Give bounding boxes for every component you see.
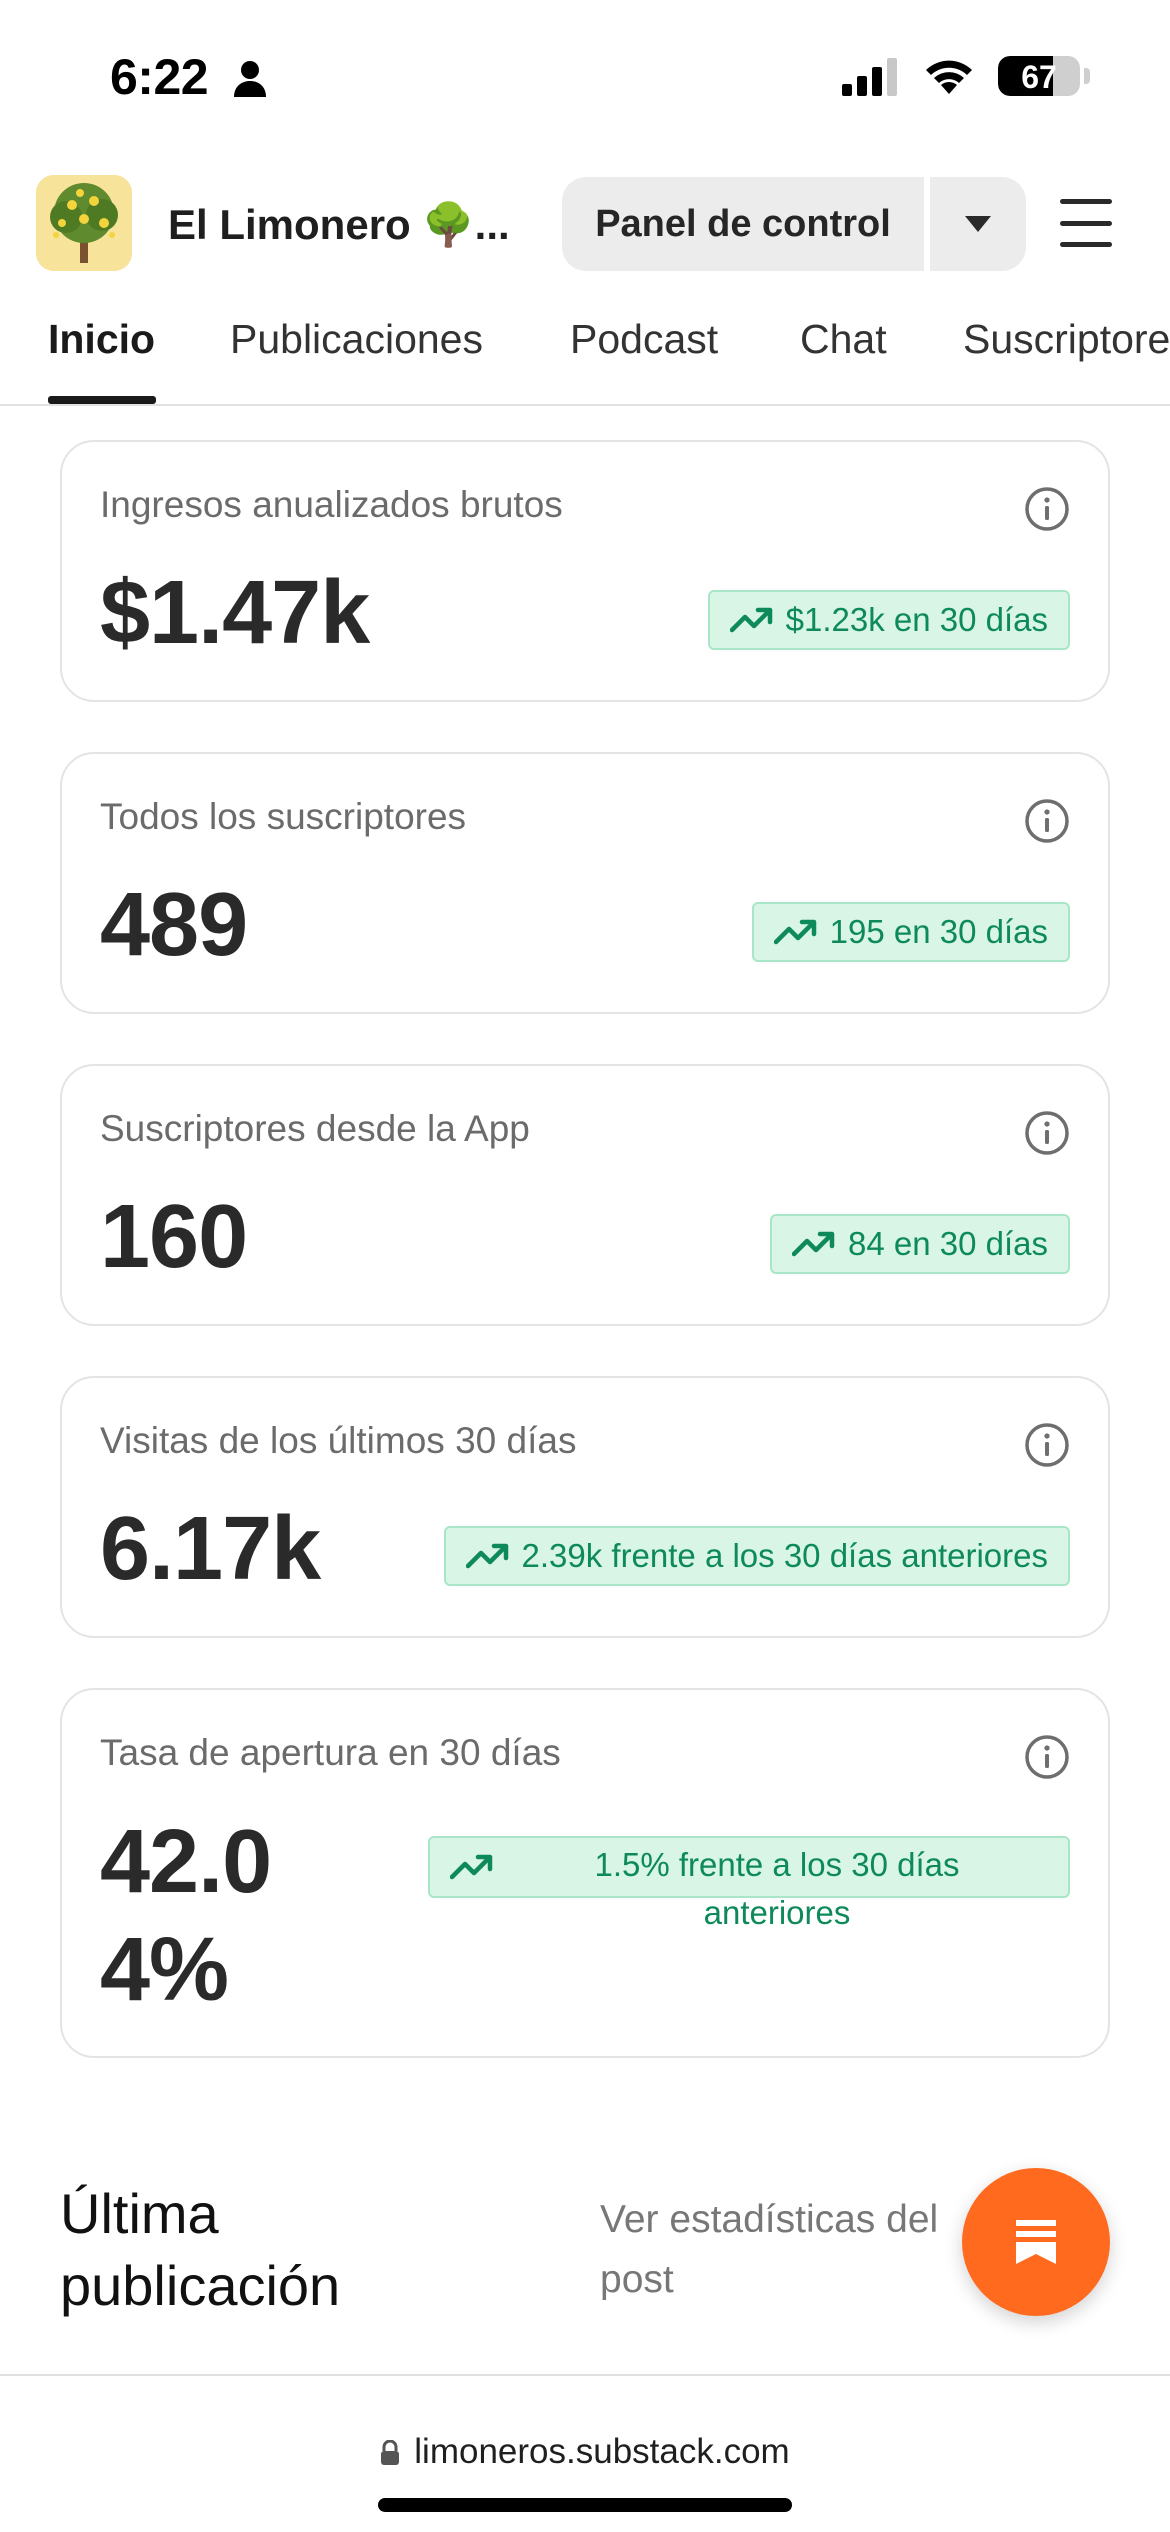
- active-tab-indicator: [48, 396, 156, 404]
- section-title-line-1: Última: [60, 2182, 219, 2245]
- browser-url-bar[interactable]: limoneros.substack.com: [0, 2374, 1170, 2532]
- lemon-tree-logo-icon: [36, 175, 132, 271]
- battery-icon: 67: [998, 56, 1080, 96]
- trend-text: 1.5% frente a los 30 días anteriores: [506, 1841, 1048, 1937]
- section-title-line-2: publicación: [60, 2254, 341, 2317]
- stat-label: Tasa de apertura en 30 días: [100, 1732, 561, 1773]
- trend-text-line-2: anteriores: [703, 1894, 851, 1931]
- person-icon: [234, 61, 266, 97]
- app-header: El Limonero 🌳... Panel de control: [0, 175, 1170, 275]
- trend-badge: 2.39k frente a los 30 días anteriores: [443, 1526, 1070, 1586]
- stat-value-line-2: 4%: [100, 1920, 229, 2020]
- info-icon[interactable]: [1024, 1422, 1070, 1468]
- trend-text: 195 en 30 días: [829, 913, 1048, 950]
- stat-value: 489: [100, 875, 248, 975]
- wifi-icon: [926, 60, 972, 94]
- stat-label: Suscriptores desde la App: [100, 1108, 530, 1149]
- panel-dropdown-button[interactable]: [930, 177, 1026, 271]
- trending-up-icon: [729, 607, 772, 633]
- trend-text-line-1: 1.5% frente a los 30 días: [594, 1846, 960, 1883]
- new-post-fab-button[interactable]: [962, 2168, 1110, 2316]
- trending-up-icon: [450, 1854, 493, 1880]
- info-icon[interactable]: [1024, 798, 1070, 844]
- stat-label: Visitas de los últimos 30 días: [100, 1420, 577, 1461]
- hamburger-menu-icon[interactable]: [1060, 199, 1112, 247]
- cellular-signal-icon: [842, 58, 897, 96]
- stat-label: Ingresos anualizados brutos: [100, 484, 563, 525]
- ver-estadisticas-link[interactable]: Ver estadísticas del post: [600, 2190, 980, 2310]
- status-time: 6:22: [110, 49, 209, 105]
- trending-up-icon: [792, 1231, 835, 1257]
- trend-badge: 1.5% frente a los 30 días anteriores: [428, 1836, 1070, 1931]
- tab-inicio[interactable]: Inicio: [48, 316, 155, 363]
- stat-value-line-1: 42.0: [100, 1812, 272, 1912]
- stat-label: Todos los suscriptores: [100, 796, 467, 837]
- status-bar: 6:22 67: [0, 0, 1170, 160]
- battery-cap: [1084, 68, 1090, 84]
- lock-icon: [381, 2440, 400, 2465]
- info-icon[interactable]: [1024, 1734, 1070, 1780]
- trend-badge: $1.23k en 30 días: [707, 590, 1070, 650]
- info-icon[interactable]: [1024, 486, 1070, 532]
- stat-card-visitas: Visitas de los últimos 30 días 6.17k 2.3…: [60, 1376, 1110, 1638]
- app-screen: 6:22 67 El Limonero 🌳... Panel de contro…: [0, 0, 1170, 2532]
- link-line-2: post: [600, 2258, 674, 2301]
- stat-card-ingresos: Ingresos anualizados brutos $1.47k $1.23…: [60, 440, 1110, 702]
- stat-value: 6.17k: [100, 1499, 321, 1599]
- bookmark-icon: [1016, 2220, 1056, 2264]
- tab-chat[interactable]: Chat: [800, 316, 887, 363]
- tab-publicaciones[interactable]: Publicaciones: [230, 316, 483, 363]
- tab-bar: Inicio Publicaciones Podcast Chat Suscri…: [0, 300, 1170, 406]
- stat-card-suscriptores: Todos los suscriptores 489 195 en 30 día…: [60, 752, 1110, 1014]
- publication-name[interactable]: El Limonero 🌳...: [168, 201, 510, 250]
- battery-percentage: 67: [1021, 59, 1057, 95]
- home-indicator[interactable]: [378, 2498, 792, 2512]
- url-display[interactable]: limoneros.substack.com: [0, 2432, 1170, 2472]
- publication-logo[interactable]: [36, 175, 132, 271]
- stat-value: 42.0 4%: [100, 1808, 272, 2024]
- stat-value: 160: [100, 1187, 248, 1287]
- trend-badge: 84 en 30 días: [770, 1214, 1070, 1274]
- link-line-1: Ver estadísticas del: [600, 2198, 939, 2241]
- trend-text: 2.39k frente a los 30 días anteriores: [521, 1537, 1049, 1574]
- trending-up-icon: [465, 1543, 508, 1569]
- trending-up-icon: [773, 919, 816, 945]
- info-icon[interactable]: [1024, 1110, 1070, 1156]
- trend-badge: 195 en 30 días: [751, 902, 1070, 962]
- trend-text: $1.23k en 30 días: [785, 601, 1048, 638]
- panel-de-control-button[interactable]: Panel de control: [562, 177, 924, 271]
- section-title-ultima-publicacion: Última publicación: [60, 2178, 500, 2322]
- caret-down-icon: [965, 216, 991, 232]
- trend-text: 84 en 30 días: [848, 1225, 1048, 1262]
- stat-value: $1.47k: [100, 563, 370, 663]
- tab-suscriptores[interactable]: Suscriptores: [963, 316, 1170, 363]
- stat-card-tasa-apertura: Tasa de apertura en 30 días 42.0 4% 1.5%…: [60, 1688, 1110, 2058]
- stat-card-suscriptores-app: Suscriptores desde la App 160 84 en 30 d…: [60, 1064, 1110, 1326]
- tab-podcast[interactable]: Podcast: [570, 316, 718, 363]
- url-text: limoneros.substack.com: [414, 2432, 790, 2471]
- status-indicators: 67: [842, 56, 1090, 96]
